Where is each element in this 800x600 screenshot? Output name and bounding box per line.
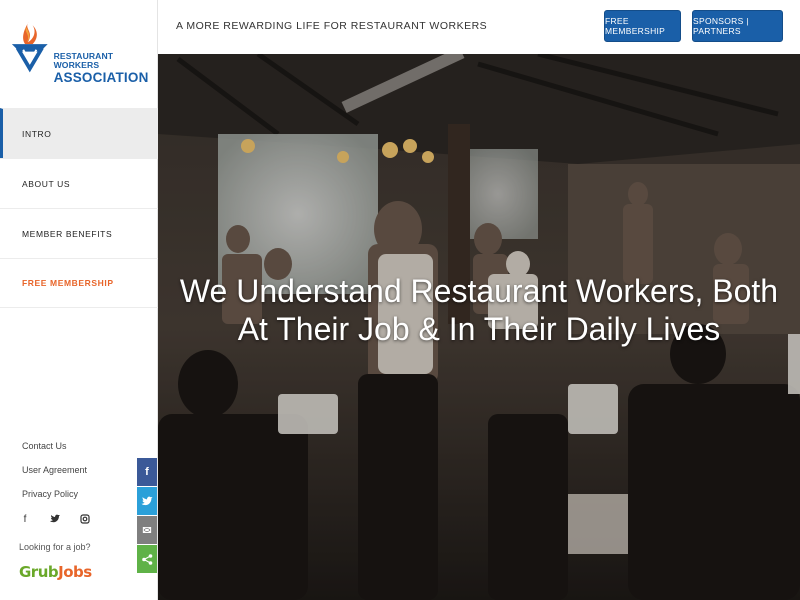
- email-share-icon[interactable]: ✉: [137, 516, 157, 544]
- top-bar: A MORE REWARDING LIFE FOR RESTAURANT WOR…: [158, 0, 800, 54]
- sponsors-partners-button[interactable]: SPONSORS | PARTNERS: [692, 10, 783, 42]
- grubjobs-part1: Grub: [19, 563, 59, 581]
- job-question: Looking for a job?: [19, 542, 91, 552]
- contact-us-link[interactable]: Contact Us: [22, 440, 87, 464]
- hero-title: We Understand Restaurant Workers, Both A…: [158, 272, 800, 348]
- logo[interactable]: RESTAURANT WORKERS ASSOCIATION: [10, 18, 155, 88]
- logo-text: RESTAURANT WORKERS ASSOCIATION: [54, 52, 155, 85]
- share-icon[interactable]: [137, 545, 157, 573]
- tagline: A MORE REWARDING LIFE FOR RESTAURANT WOR…: [176, 20, 488, 32]
- twitter-share-icon[interactable]: [137, 487, 157, 515]
- sidebar-item-free-membership[interactable]: FREE MEMBERSHIP: [0, 258, 158, 308]
- hero-title-line2: At Their Job & In Their Daily Lives: [237, 311, 721, 347]
- sidebar: RESTAURANT WORKERS ASSOCIATION INTRO ABO…: [0, 0, 158, 600]
- facebook-icon[interactable]: f: [19, 514, 31, 527]
- footer-links: Contact Us User Agreement Privacy Policy: [22, 440, 87, 512]
- free-membership-button[interactable]: FREE MEMBERSHIP: [604, 10, 681, 42]
- facebook-share-icon[interactable]: f: [137, 458, 157, 486]
- sidebar-item-member-benefits[interactable]: MEMBER BENEFITS: [0, 208, 158, 258]
- sidebar-nav: INTRO ABOUT US MEMBER BENEFITS FREE MEMB…: [0, 108, 158, 308]
- twitter-icon[interactable]: [49, 514, 61, 527]
- user-agreement-link[interactable]: User Agreement: [22, 464, 87, 488]
- hero-banner: We Understand Restaurant Workers, Both A…: [158, 54, 800, 600]
- share-bar: f ✉: [137, 458, 157, 574]
- grubjobs-part2: Jobs: [58, 563, 92, 581]
- logo-line2: ASSOCIATION: [53, 70, 149, 86]
- social-links: f: [19, 514, 91, 527]
- grubjobs-logo[interactable]: GrubJobs: [19, 563, 92, 581]
- sidebar-item-intro[interactable]: INTRO: [0, 108, 158, 158]
- instagram-icon[interactable]: [79, 514, 91, 527]
- logo-icon: [11, 21, 48, 73]
- hero-title-line1: We Understand Restaurant Workers, Both: [179, 273, 779, 309]
- logo-line1: RESTAURANT WORKERS: [53, 51, 114, 70]
- privacy-policy-link[interactable]: Privacy Policy: [22, 488, 87, 512]
- sidebar-item-about-us[interactable]: ABOUT US: [0, 158, 158, 208]
